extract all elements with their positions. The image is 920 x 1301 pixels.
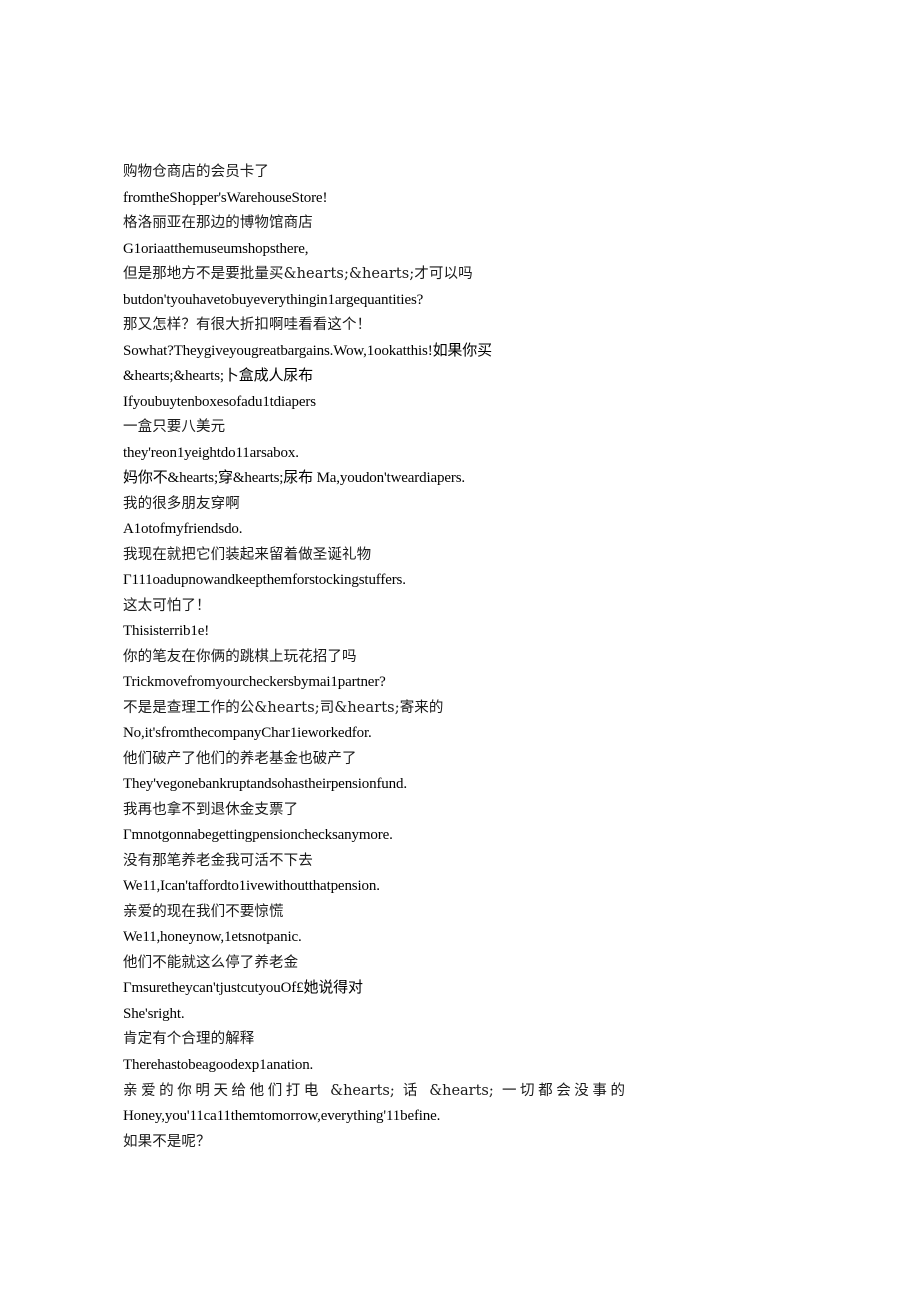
transcript-line: they'reon1yeightdo11arsabox. — [123, 444, 299, 461]
transcript-line: 肯定有个合理的解释 — [123, 1031, 255, 1047]
transcript-line: 这太可怕了！ — [123, 597, 211, 614]
transcript-line: A1otofmyfriendsdo. — [123, 521, 243, 537]
transcript-line: 不是是查理工作的公&hearts;司&hearts;寄来的 — [123, 699, 444, 716]
transcript-line: Гmnotgonnabegettingpensionchecksanymore. — [123, 827, 393, 843]
transcript-line: 亲爱的现在我们不要惊慌 — [123, 903, 284, 920]
transcript-line: 妈你不&hearts;穿&hearts;尿布 Ma,youdon'tweardi… — [123, 470, 465, 486]
transcript-line: 格洛丽亚在那边的博物馆商店 — [123, 215, 313, 231]
transcript-line: 我的很多朋友穿啊 — [123, 495, 240, 512]
transcript-line: Honey,you'11ca11themtomorrow,everything'… — [123, 1108, 441, 1124]
transcript-line: G1oriaatthemuseumshopsthere, — [123, 240, 309, 257]
transcript-line: 他们不能就这么停了养老金 — [123, 954, 299, 971]
transcript-line: 购物仓商店的会员卡了 — [123, 164, 269, 180]
transcript-line: 亲爱的你明天给他们打电 &hearts; 话 &hearts; 一切都会没事的 — [123, 1083, 625, 1099]
transcript-line: Ifyoubuytenboxesofadu1tdiapers — [123, 393, 316, 410]
transcript-line: No,it'sfromthecompanyChar1ieworkedfor. — [123, 725, 372, 741]
transcript-line: 他们破产了他们的养老基金也破产了 — [123, 750, 357, 767]
transcript-line: 如果不是呢？ — [123, 1133, 211, 1150]
transcript-line: 你的笔友在你俩的跳棋上玩花招了吗 — [123, 648, 357, 665]
transcript-line: We11,honeynow,1etsnotpanic. — [123, 929, 302, 945]
document-page: 购物仓商店的会员卡了 fromtheShopper'sWarehouseStore… — [0, 0, 920, 1301]
transcript-line: 那又怎样？有很大折扣啊哇看看这个！ — [123, 317, 372, 333]
transcript-line: She'sright. — [123, 1005, 185, 1022]
transcript-line: 我再也拿不到退休金支票了 — [123, 801, 299, 818]
transcript-body: 购物仓商店的会员卡了 fromtheShopper'sWarehouseStore… — [123, 160, 683, 1155]
transcript-line: 一盒只要八美元 — [123, 419, 226, 435]
transcript-line: We11,Ican'taffordto1ivewithoutthatpensio… — [123, 878, 380, 894]
transcript-line: They'vegonebankruptandsohastheirpensionf… — [123, 776, 407, 792]
transcript-line: butdon'tyouhavetobuyeverythingin1argequa… — [123, 291, 424, 308]
transcript-line: fromtheShopper'sWarehouseStore! — [123, 189, 328, 206]
transcript-line: &hearts;&hearts;卜盒成人尿布 — [123, 368, 314, 384]
transcript-line: Trickmovefromyourcheckersbymai1partner? — [123, 674, 386, 690]
transcript-line: Thisisterrib1e! — [123, 623, 210, 639]
transcript-line: 没有那笔养老金我可活不下去 — [123, 852, 313, 869]
transcript-line: Therehastobeagoodexp1anation. — [123, 1056, 314, 1073]
transcript-line: Sowhat?Theygiveyougreatbargains.Wow,1ook… — [123, 342, 492, 359]
transcript-line: 但是那地方不是要批量买&hearts;&hearts;才可以吗 — [123, 266, 473, 282]
transcript-line: 我现在就把它们装起来留着做圣诞礼物 — [123, 546, 372, 563]
transcript-line: Гmsuretheycan'tjustcutyouOf£她说得对 — [123, 980, 363, 996]
transcript-line: Г111oadupnowandkeepthemforstockingstuffe… — [123, 572, 406, 588]
